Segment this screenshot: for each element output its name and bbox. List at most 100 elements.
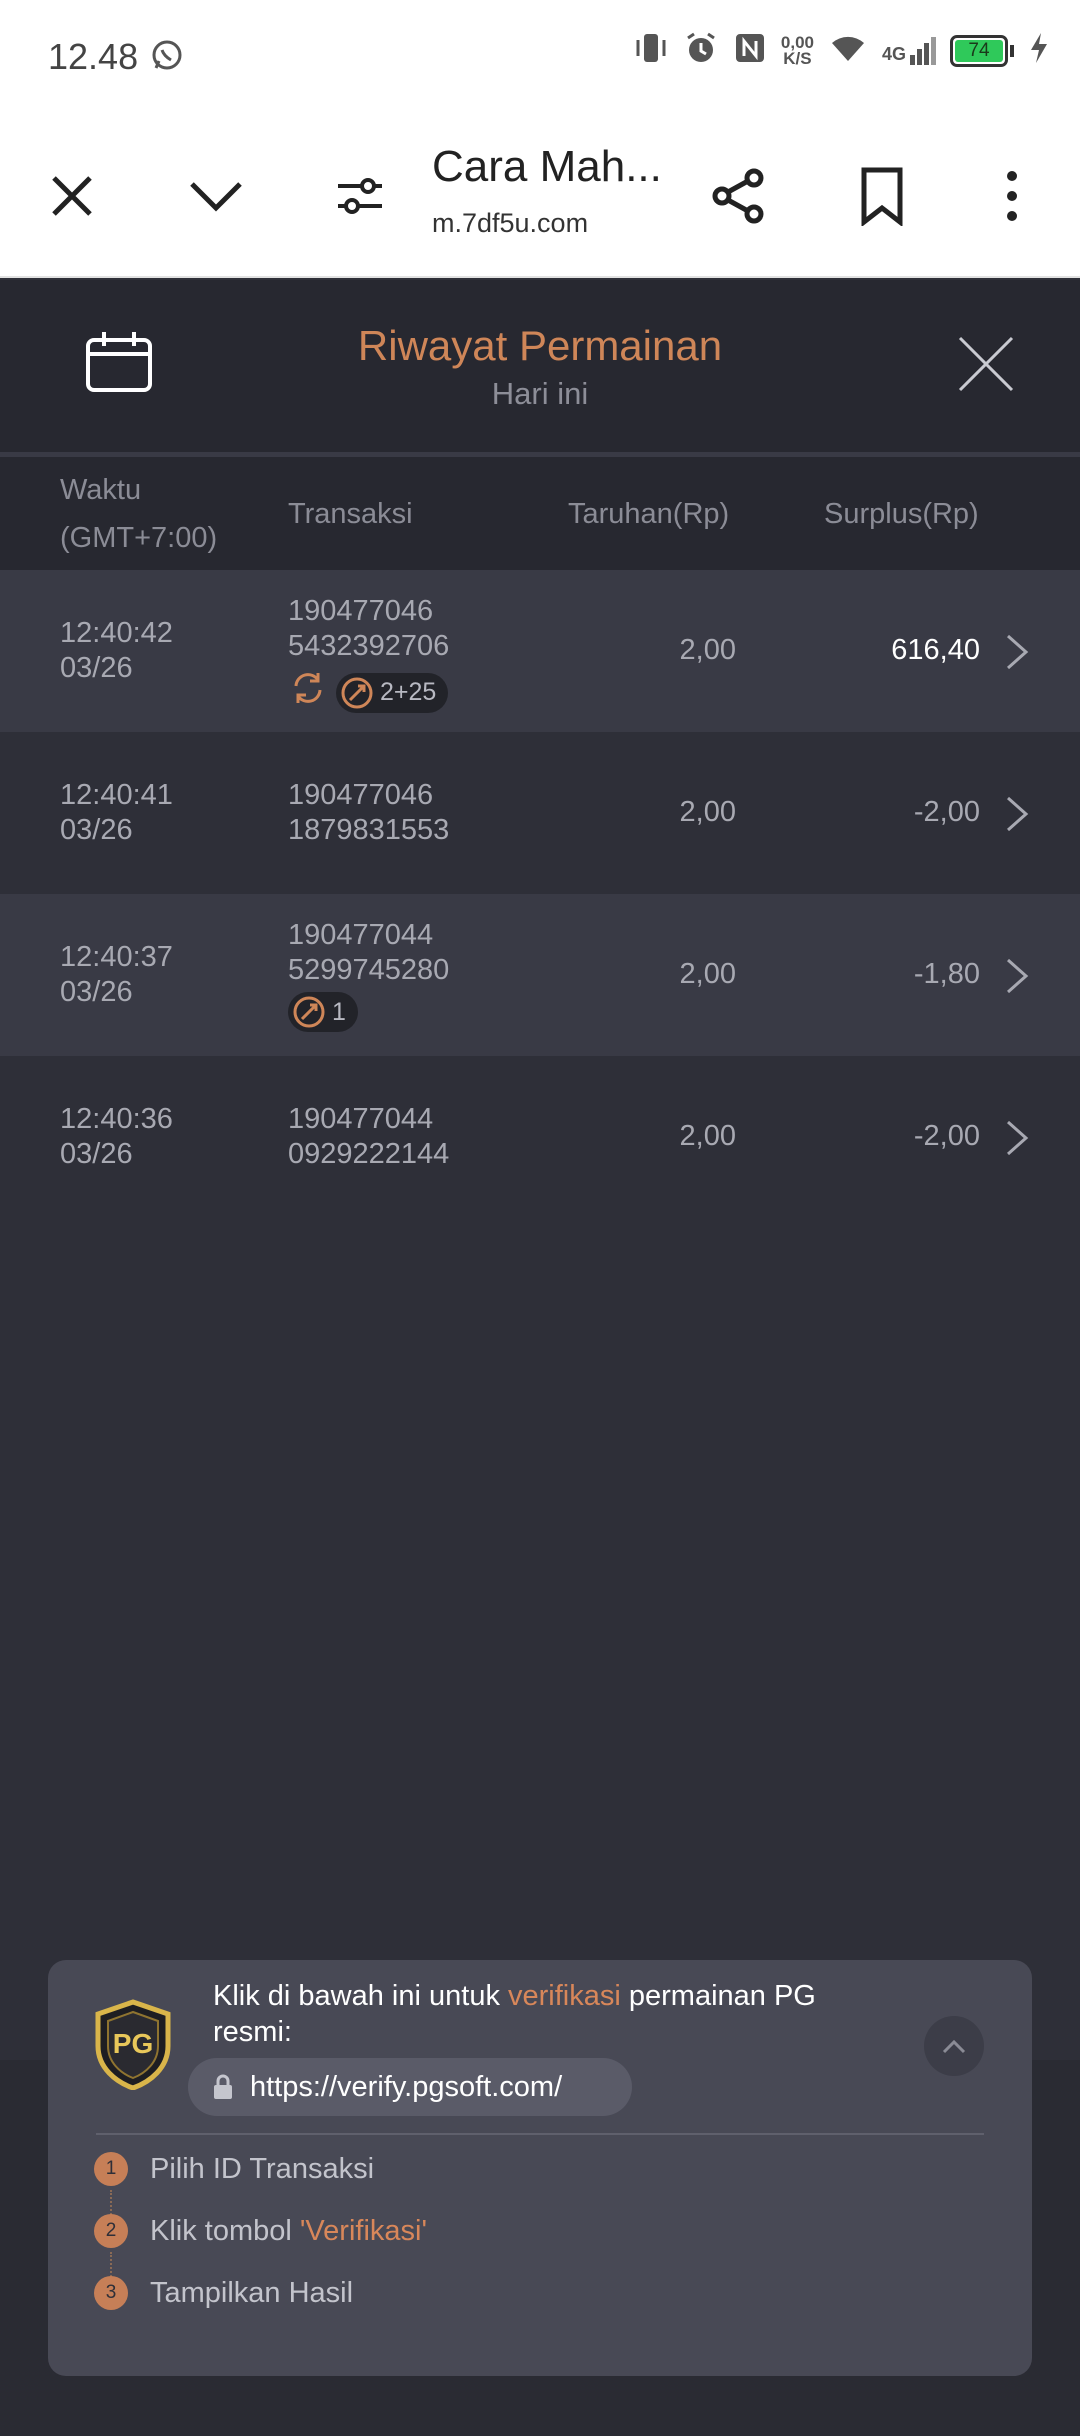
- wifi-icon: [828, 31, 868, 70]
- free-spin-icon: [293, 996, 325, 1028]
- verify-card: PG Klik di bawah ini untuk verifikasi pe…: [48, 1960, 1032, 2376]
- pg-logo: PG: [94, 1998, 172, 2095]
- table-row[interactable]: 12:40:36 03/26 190477044 0929222144 2,00…: [0, 1056, 1080, 1218]
- signal-icon: 4G: [881, 36, 936, 65]
- col-transaction: Transaksi: [288, 498, 413, 530]
- row-tx-id-2: 0929222144: [288, 1138, 450, 1170]
- chevron-up-icon: [942, 2039, 966, 2054]
- network-type: 4G: [881, 43, 906, 64]
- step-text: Klik tombol: [150, 2214, 300, 2247]
- step-text: Tampilkan Hasil: [150, 2276, 354, 2309]
- row-bet: 2,00: [679, 1120, 736, 1152]
- row-surplus: -2,00: [913, 1120, 980, 1152]
- alarm-icon: [683, 30, 719, 71]
- history-title: Riwayat Permainan: [357, 322, 723, 369]
- close-icon: [958, 336, 1014, 392]
- row-date: 03/26: [60, 814, 133, 846]
- verify-message: Klik di bawah ini untuk verifikasi perma…: [213, 1980, 816, 2048]
- share-icon: [712, 168, 764, 224]
- site-settings-button[interactable]: [320, 156, 400, 236]
- chevron-right-icon: [1007, 1120, 1029, 1156]
- row-date: 03/26: [60, 652, 133, 684]
- row-surplus: -2,00: [913, 796, 980, 828]
- page-url[interactable]: m.7df5u.com: [432, 208, 588, 239]
- step-highlight: 'Verifikasi': [299, 2214, 428, 2247]
- share-button[interactable]: [698, 156, 778, 236]
- page-title[interactable]: Cara Mah...: [432, 142, 672, 192]
- row-surplus: 616,40: [891, 634, 980, 666]
- chevron-right-icon: [1007, 958, 1029, 994]
- more-vert-icon: [1007, 171, 1017, 221]
- table-row[interactable]: 12:40:41 03/26 190477046 1879831553 2,00…: [0, 732, 1080, 894]
- verify-url-link[interactable]: https://verify.pgsoft.com/: [188, 2058, 632, 2116]
- row-tx-id-2: 5299745280: [288, 954, 450, 986]
- chevron-down-icon: [190, 182, 242, 212]
- row-time: 12:40:42: [60, 617, 173, 649]
- col-timezone: (GMT+7:00): [60, 522, 218, 554]
- badge-count: 2+25: [380, 678, 437, 706]
- status-bar: 12.48 0,00 K/S 4G 74: [0, 0, 1080, 112]
- row-bet: 2,00: [679, 796, 736, 828]
- table-row[interactable]: 12:40:37 03/26 190477044 5299745280 1 2,…: [0, 894, 1080, 1056]
- step-text: Pilih ID Transaksi: [150, 2152, 375, 2185]
- history-header: Riwayat Permainan Hari ini: [0, 280, 1080, 458]
- close-icon: [52, 176, 92, 216]
- row-time: 12:40:41: [60, 779, 173, 811]
- step-item: 1 Pilih ID Transaksi: [94, 2152, 374, 2186]
- row-tx-id-2: 1879831553: [288, 814, 450, 846]
- table-row[interactable]: 12:40:42 03/26 190477046 5432392706 2+25…: [0, 570, 1080, 732]
- nfc-icon: [733, 31, 767, 70]
- col-time: Waktu: [60, 474, 142, 506]
- free-spin-badge: 2+25: [336, 672, 449, 713]
- status-icons: 0,00 K/S 4G 74: [633, 30, 1050, 71]
- close-history-button[interactable]: [956, 334, 1016, 399]
- history-subtitle[interactable]: Hari ini: [0, 376, 1080, 412]
- free-spin-icon: [341, 677, 373, 708]
- row-tx-id-2: 5432392706: [288, 630, 450, 662]
- row-date: 03/26: [60, 976, 133, 1008]
- collapse-button[interactable]: [924, 2016, 984, 2076]
- battery-icon: 74: [950, 34, 1014, 67]
- card-divider: [96, 2133, 984, 2135]
- row-time: 12:40:37: [60, 941, 173, 973]
- chevron-right-icon: [1007, 634, 1029, 670]
- bookmark-button[interactable]: [842, 156, 922, 236]
- logo-text: PG: [112, 2028, 154, 2059]
- net-speed: 0,00 K/S: [781, 34, 814, 68]
- whatsapp-icon: [150, 38, 184, 77]
- row-bet: 2,00: [679, 634, 736, 666]
- verify-url: https://verify.pgsoft.com/: [250, 2070, 563, 2103]
- row-tx-id-1: 190477046: [288, 595, 434, 627]
- step-number: 3: [94, 2276, 128, 2310]
- row-tx-id-1: 190477044: [288, 919, 434, 951]
- free-spin-badge: 1: [288, 992, 358, 1032]
- more-menu-button[interactable]: [972, 156, 1052, 236]
- step-number: 2: [94, 2214, 128, 2248]
- lock-icon: [214, 2074, 232, 2099]
- col-surplus: Surplus(Rp): [824, 498, 979, 530]
- badge-count: 1: [332, 997, 346, 1026]
- battery-level: 74: [955, 39, 1003, 62]
- minimize-button[interactable]: [176, 156, 256, 236]
- close-tab-button[interactable]: [32, 156, 112, 236]
- chevron-right-icon: [1007, 796, 1029, 832]
- browser-toolbar: Cara Mah... m.7df5u.com: [0, 112, 1080, 278]
- row-date: 03/26: [60, 1138, 133, 1170]
- verify-highlight: verifikasi: [508, 1980, 621, 2012]
- bookmark-icon: [861, 167, 903, 226]
- net-speed-unit: K/S: [783, 48, 812, 68]
- vibrate-icon: [633, 30, 669, 71]
- step-item: 3 Tampilkan Hasil: [94, 2276, 353, 2310]
- row-time: 12:40:36: [60, 1103, 173, 1135]
- row-tx-id-1: 190477044: [288, 1103, 434, 1135]
- col-bet: Taruhan(Rp): [568, 498, 730, 530]
- step-number: 1: [94, 2152, 128, 2186]
- charging-icon: [1028, 31, 1050, 70]
- tune-icon: [338, 178, 382, 214]
- table-header: Waktu (GMT+7:00) Transaksi Taruhan(Rp) S…: [0, 458, 1080, 570]
- row-tx-id-1: 190477046: [288, 779, 434, 811]
- status-time: 12.48: [48, 36, 139, 77]
- step-item: 2 Klik tombol 'Verifikasi': [94, 2214, 427, 2248]
- header-divider: [0, 452, 1080, 457]
- row-bet: 2,00: [679, 958, 736, 990]
